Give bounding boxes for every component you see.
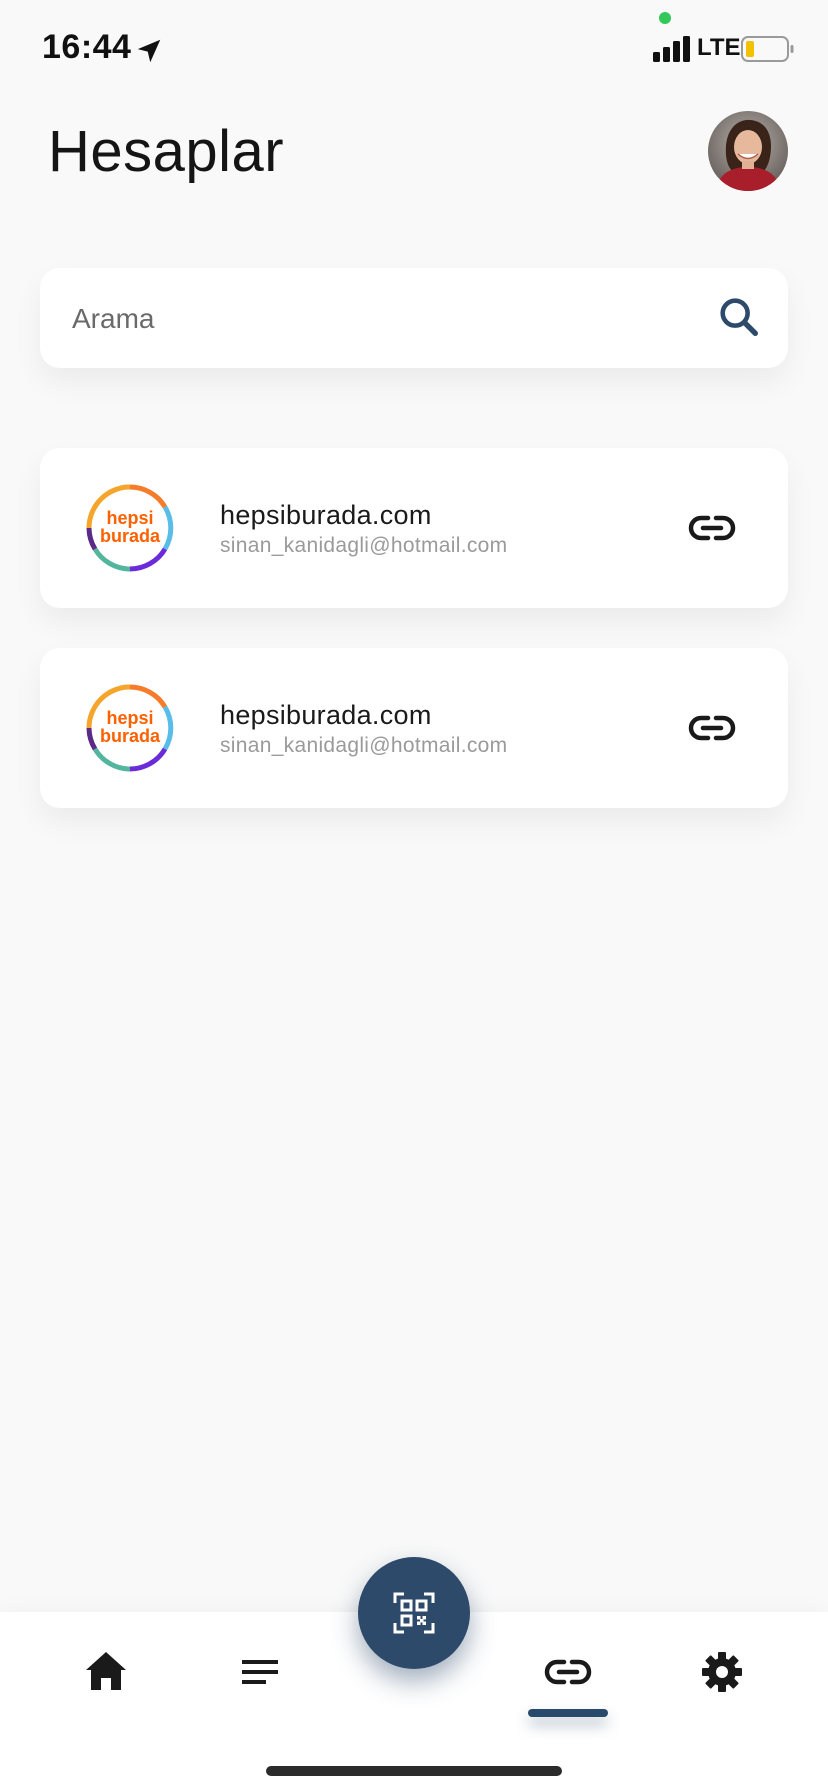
gear-icon[interactable] — [690, 1640, 754, 1704]
battery-low-icon — [741, 36, 794, 62]
page-title: Hesaplar — [48, 119, 285, 184]
status-bar: 16:44 LTE — [0, 0, 828, 100]
svg-text:hepsi: hepsi — [106, 708, 153, 728]
search-bar — [40, 268, 788, 370]
profile-avatar[interactable] — [708, 111, 788, 191]
hepsiburada-logo: hepsi burada — [86, 684, 174, 772]
home-indicator-bar[interactable] — [266, 1766, 562, 1776]
search-input[interactable] — [70, 268, 694, 370]
link-icon[interactable] — [688, 704, 736, 752]
cellular-signal-icon — [653, 36, 690, 62]
hepsiburada-logo: hepsi burada — [86, 484, 174, 572]
svg-text:burada: burada — [100, 726, 161, 746]
svg-text:burada: burada — [100, 526, 161, 546]
avatar-photo — [708, 111, 788, 191]
account-card[interactable]: hepsi burada hepsiburada.com sinan_kanid… — [40, 448, 788, 608]
search-icon[interactable] — [716, 294, 762, 340]
active-tab-indicator — [528, 1709, 608, 1717]
list-icon[interactable] — [228, 1640, 292, 1704]
status-time: 16:44 — [42, 28, 132, 66]
account-email: sinan_kanidagli@hotmail.com — [220, 734, 508, 757]
account-site: hepsiburada.com — [220, 700, 432, 730]
account-card[interactable]: hepsi burada hepsiburada.com sinan_kanid… — [40, 648, 788, 808]
account-email: sinan_kanidagli@hotmail.com — [220, 534, 508, 557]
qr-scan-icon — [393, 1592, 435, 1634]
link-icon[interactable] — [688, 504, 736, 552]
qr-scan-button[interactable] — [358, 1557, 470, 1669]
location-arrow-icon — [137, 39, 161, 63]
network-type: LTE — [697, 34, 741, 61]
account-site: hepsiburada.com — [220, 500, 432, 530]
home-icon[interactable] — [74, 1640, 138, 1704]
privacy-indicator-dot — [659, 12, 671, 24]
svg-text:hepsi: hepsi — [106, 508, 153, 528]
link-icon[interactable] — [536, 1640, 600, 1704]
